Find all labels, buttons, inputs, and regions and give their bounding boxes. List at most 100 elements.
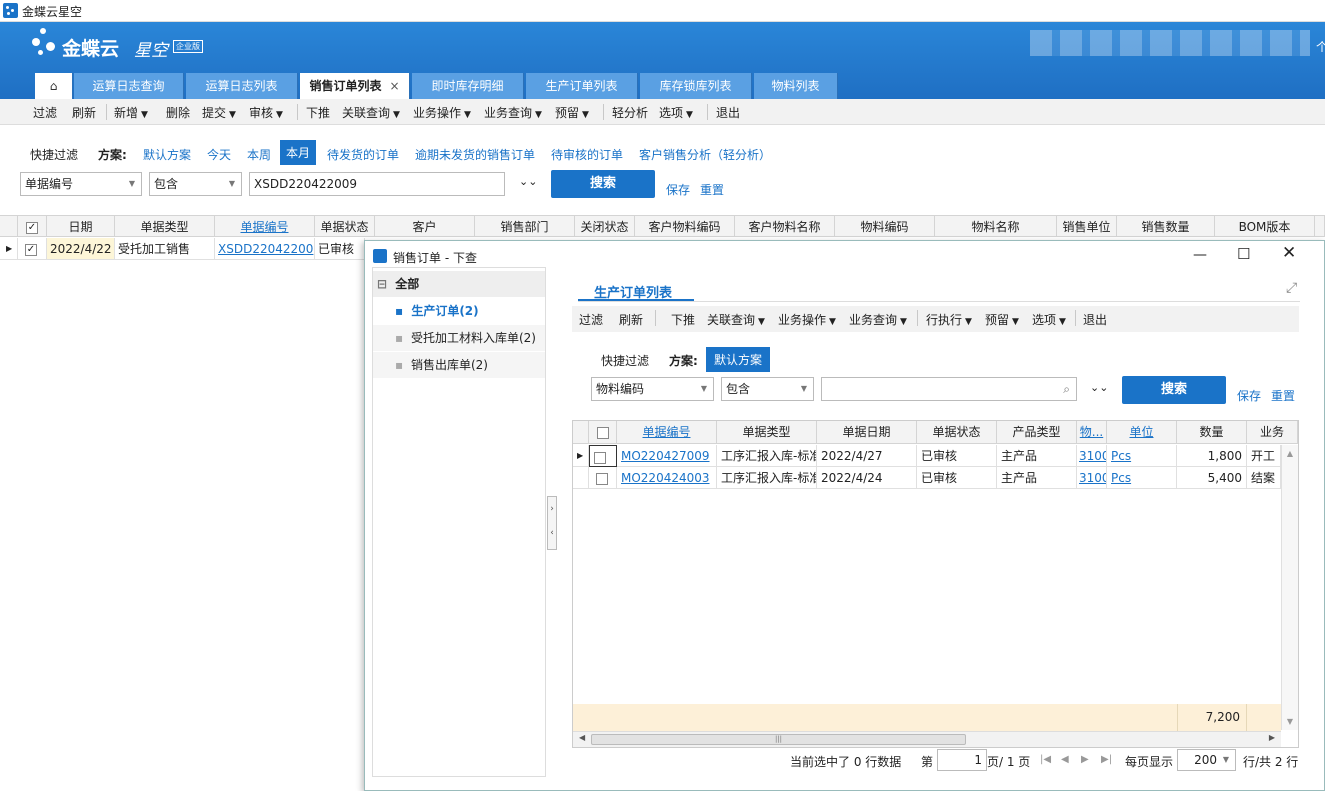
close-tab-icon[interactable]: × [389, 79, 399, 93]
minimize-icon[interactable]: — [1193, 247, 1207, 263]
inner-business-query-button[interactable]: 业务查询 ▼ [849, 311, 907, 328]
inner-scheme-default[interactable]: 默认方案 [706, 347, 771, 372]
col-sales-unit[interactable]: 销售单位 [1057, 215, 1117, 237]
tab-运算日志列表[interactable]: 运算日志列表 [186, 73, 298, 99]
col-date[interactable]: 日期 [47, 215, 115, 237]
inner-cell-unit-link[interactable]: Pcs [1107, 467, 1177, 489]
col-sales-dept[interactable]: 销售部门 [475, 215, 575, 237]
per-page-select[interactable]: 200 ▼ [1177, 749, 1236, 771]
tab-运算日志查询[interactable]: 运算日志查询 [74, 73, 184, 99]
inner-related-query-button[interactable]: 关联查询 ▼ [707, 311, 765, 328]
scheme-to-audit[interactable]: 待审核的订单 [551, 146, 623, 163]
col-doc-type[interactable]: 单据类型 [115, 215, 215, 237]
col-customer[interactable]: 客户 [375, 215, 475, 237]
header-menu-icon[interactable]: 个 [1316, 38, 1325, 55]
reserve-button[interactable]: 预留 ▼ [555, 104, 589, 121]
inner-reserve-button[interactable]: 预留 ▼ [985, 311, 1019, 328]
inner-cell-doc-no-link[interactable]: MO220424003 [617, 467, 717, 489]
delete-button[interactable]: 删除 [166, 104, 190, 121]
row-checkbox[interactable]: ✓ [18, 238, 47, 260]
inner-filter-value-input[interactable]: ⌕ [821, 377, 1077, 401]
inner-options-button[interactable]: 选项 ▼ [1032, 311, 1066, 328]
business-operation-button[interactable]: 业务操作 ▼ [413, 104, 471, 121]
last-page-icon[interactable]: ▶| [1101, 754, 1112, 765]
inner-col-unit[interactable]: 单位 [1107, 421, 1177, 444]
light-analysis-button[interactable]: 轻分析 [612, 104, 648, 121]
fullscreen-icon[interactable]: ⤢ [1286, 280, 1297, 296]
search-button[interactable]: 搜索 [551, 170, 655, 198]
inner-col-doc-no[interactable]: 单据编号 [617, 421, 717, 444]
inner-save-link[interactable]: 保存 [1237, 387, 1261, 404]
col-mat-code[interactable]: 物料编码 [835, 215, 935, 237]
new-button[interactable]: 新增 ▼ [114, 104, 148, 121]
tab-即时库存明细[interactable]: 即时库存明细 [412, 73, 524, 99]
filter-field-select[interactable]: 单据编号 ▼ [20, 172, 142, 196]
tree-item-production-order[interactable]: ▪ 生产订单(2) [373, 298, 545, 324]
inner-filter-button[interactable]: 过滤 [579, 311, 603, 328]
tab-库存锁库列表[interactable]: 库存锁库列表 [640, 73, 752, 99]
inner-cell-doc-no-link[interactable]: MO220427009 [617, 445, 717, 467]
scheme-overdue[interactable]: 逾期未发货的销售订单 [415, 146, 535, 163]
inner-filter-field-select[interactable]: 物料编码 ▼ [591, 377, 714, 401]
close-icon[interactable]: ✕ [1282, 243, 1296, 263]
save-scheme-link[interactable]: 保存 [666, 181, 690, 198]
first-page-icon[interactable]: |◀ [1040, 754, 1051, 765]
scheme-default[interactable]: 默认方案 [143, 146, 191, 163]
prev-page-icon[interactable]: ◀ [1061, 754, 1069, 765]
inner-col-product-type[interactable]: 产品类型 [997, 421, 1077, 444]
tab-生产订单列表[interactable]: 生产订单列表 [526, 73, 638, 99]
inner-select-all-checkbox[interactable] [589, 421, 617, 444]
audit-button[interactable]: 审核 ▼ [249, 104, 283, 121]
inner-vertical-scrollbar[interactable]: ▲ ▼ [1281, 445, 1298, 730]
inner-search-button[interactable]: 搜索 [1122, 376, 1226, 404]
tab-物料列表[interactable]: 物料列表 [754, 73, 838, 99]
submit-button[interactable]: 提交 ▼ [202, 104, 236, 121]
col-mat-name[interactable]: 物料名称 [935, 215, 1057, 237]
maximize-icon[interactable]: ☐ [1237, 245, 1250, 263]
inner-row-exec-button[interactable]: 行执行 ▼ [926, 311, 972, 328]
scheme-customer-analysis[interactable]: 客户销售分析（轻分析） [639, 146, 771, 163]
cell-doc-no-link[interactable]: XSDD22042200 [215, 238, 315, 260]
col-sales-qty[interactable]: 销售数量 [1117, 215, 1215, 237]
expand-icon[interactable]: ⌄⌄ [519, 175, 537, 188]
inner-row-checkbox[interactable] [589, 467, 617, 489]
splitter-toggle[interactable]: › ‹ [547, 496, 557, 550]
tree-item-material-inbound[interactable]: ▪ 受托加工材料入库单(2) [373, 325, 545, 351]
inner-row-checkbox[interactable] [589, 445, 617, 467]
scheme-this-month[interactable]: 本月 [280, 140, 317, 165]
col-status[interactable]: 单据状态 [315, 215, 375, 237]
filter-operator-select[interactable]: 包含 ▼ [149, 172, 242, 196]
scheme-this-week[interactable]: 本周 [247, 146, 271, 163]
inner-col-doc-date[interactable]: 单据日期 [817, 421, 917, 444]
col-bom[interactable]: BOM版本 [1215, 215, 1315, 237]
inner-refresh-button[interactable]: 刷新 [619, 311, 643, 328]
filter-value-input[interactable]: XSDD220422009 [249, 172, 505, 196]
push-down-button[interactable]: 下推 [306, 104, 330, 121]
inner-col-status[interactable]: 单据状态 [917, 421, 997, 444]
scheme-today[interactable]: 今天 [207, 146, 231, 163]
inner-cell-unit-link[interactable]: Pcs [1107, 445, 1177, 467]
inner-exit-button[interactable]: 退出 [1083, 311, 1107, 328]
col-cust-mat-name[interactable]: 客户物料名称 [735, 215, 835, 237]
inner-col-doc-type[interactable]: 单据类型 [717, 421, 817, 444]
inner-col-biz[interactable]: 业务 [1247, 421, 1298, 444]
inner-horizontal-scrollbar[interactable]: ◀ ||| ▶ [573, 731, 1281, 747]
inner-col-qty[interactable]: 数量 [1177, 421, 1247, 444]
inner-col-material[interactable]: 物... [1077, 421, 1107, 444]
inner-filter-operator-select[interactable]: 包含 ▼ [721, 377, 814, 401]
scheme-to-ship[interactable]: 待发货的订单 [327, 146, 399, 163]
business-query-button[interactable]: 业务查询 ▼ [484, 104, 542, 121]
inner-cell-material-link[interactable]: 3100 [1077, 445, 1107, 467]
filter-button[interactable]: 过滤 [33, 104, 57, 121]
col-doc-no[interactable]: 单据编号 [215, 215, 315, 237]
inner-reset-link[interactable]: 重置 [1271, 387, 1295, 404]
tab-销售订单列表[interactable]: 销售订单列表 × [300, 73, 410, 99]
options-button[interactable]: 选项 ▼ [659, 104, 693, 121]
exit-button[interactable]: 退出 [716, 104, 740, 121]
col-cust-mat-code[interactable]: 客户物料编码 [635, 215, 735, 237]
tree-root[interactable]: ⊟ 全部 [373, 271, 545, 297]
col-close-status[interactable]: 关闭状态 [575, 215, 635, 237]
related-query-button[interactable]: 关联查询 ▼ [342, 104, 400, 121]
inner-business-operation-button[interactable]: 业务操作 ▼ [778, 311, 836, 328]
refresh-button[interactable]: 刷新 [72, 104, 96, 121]
